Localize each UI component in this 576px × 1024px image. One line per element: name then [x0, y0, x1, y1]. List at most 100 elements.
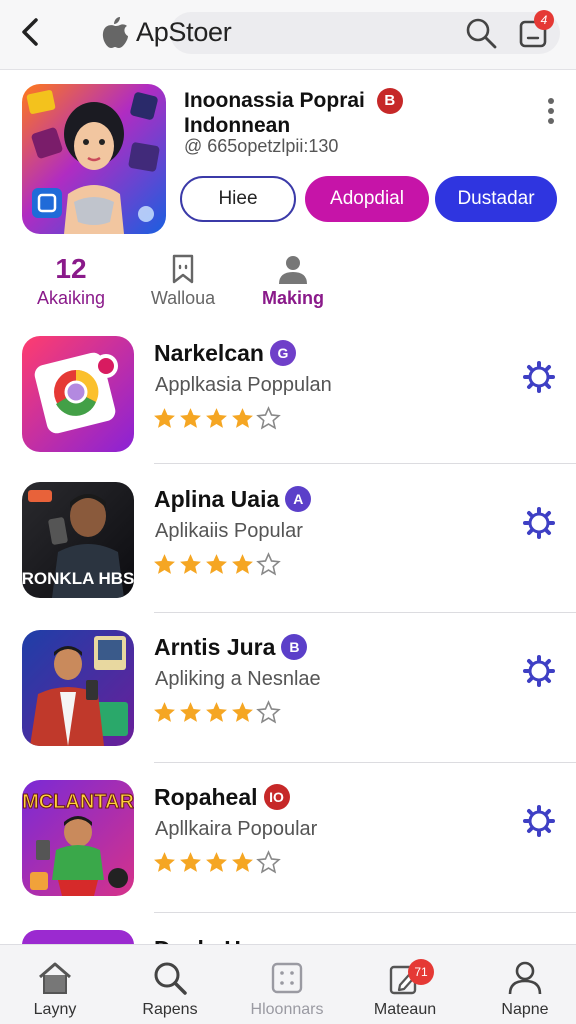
stat-ranking-label: Akaiking	[36, 288, 106, 308]
gear-icon[interactable]	[522, 654, 556, 688]
grid-icon	[271, 962, 303, 994]
star-filled-icon	[154, 702, 175, 722]
star-filled-icon	[180, 408, 201, 428]
star-rating	[152, 406, 281, 432]
app-name: Arntis Jura B	[154, 634, 308, 661]
featured-button-download[interactable]: Dustadar	[435, 176, 557, 222]
app-title: ApStoer	[136, 16, 232, 47]
app-subtitle: Apliking a Nesnlae	[155, 668, 321, 690]
star-rating	[152, 850, 281, 876]
gear-icon[interactable]	[522, 360, 556, 394]
featured-button-primary[interactable]: Hiee	[180, 176, 296, 222]
list-item[interactable]: RONKLA HBS Aplina Uaia A Aplikaiis Popula…	[0, 482, 576, 622]
app-name: Ropaheal IO	[154, 784, 290, 811]
search-icon	[154, 962, 187, 995]
app-icon	[22, 336, 134, 452]
nav-badge: 71	[408, 959, 434, 985]
stat-wallet[interactable]: Walloua	[128, 252, 238, 309]
star-empty-icon	[256, 850, 281, 874]
featured-title-line2: Indonnean	[184, 114, 291, 137]
app-badge: B	[281, 634, 308, 660]
featured-title-line1: Inoonassia Poprai	[184, 89, 365, 112]
featured-app-subtitle: @ 665opetzlpii:130	[184, 136, 339, 156]
star-filled-icon	[206, 852, 227, 872]
star-filled-icon	[206, 408, 227, 428]
star-filled-icon	[232, 554, 253, 574]
bookmark-icon	[172, 254, 194, 284]
nav-item-profile[interactable]: Napne	[470, 959, 576, 1019]
app-icon: RONKLA HBS	[22, 482, 134, 598]
gear-icon[interactable]	[522, 804, 556, 838]
nav-label: Napne	[501, 1001, 549, 1018]
nav-label: Hloonnars	[250, 1001, 324, 1018]
divider	[154, 463, 576, 464]
app-name-text: Ropaheal	[154, 784, 258, 810]
app-art-text: MCLANTAR	[22, 791, 134, 813]
star-filled-icon	[180, 702, 201, 722]
star-rating	[152, 552, 281, 578]
star-empty-icon	[256, 406, 281, 430]
bottom-navigation: Layny Rapens Hloonnars 71 Mateaun Napne	[0, 944, 576, 1024]
nav-item-updates[interactable]: 71 Mateaun	[350, 959, 460, 1019]
stat-making[interactable]: Making	[238, 252, 348, 309]
app-badge: A	[285, 486, 312, 512]
list-item[interactable]: Arntis Jura B Apliking a Nesnlae	[0, 630, 576, 770]
star-filled-icon	[206, 554, 227, 574]
app-icon-image: RONKLA HBS	[22, 482, 134, 598]
list-item[interactable]: MCLANTAR Ropaheal IO Apllkaira Popoular	[0, 780, 576, 920]
app-name: Aplina Uaia A	[154, 486, 312, 513]
person-icon	[508, 961, 542, 995]
notification-badge: 4	[534, 10, 554, 30]
app-badge: IO	[263, 784, 290, 810]
home-icon	[39, 962, 71, 994]
featured-app-artwork[interactable]	[22, 84, 166, 234]
nav-item-search[interactable]: Rapens	[115, 959, 225, 1019]
featured-title-badge: B	[376, 88, 403, 114]
stat-ranking[interactable]: 12 Akaiking	[16, 252, 126, 309]
nav-label: Mateaun	[373, 1001, 437, 1018]
list-item[interactable]: Narkelcan G Applkasia Poppulan	[0, 336, 576, 476]
list-item-partial[interactable]: DuahaHans	[0, 930, 576, 944]
top-bar: ApStoer 4	[0, 0, 576, 70]
app-name: Narkelcan G	[154, 340, 296, 367]
divider	[154, 912, 576, 913]
app-art-text: RONKLA HBS	[22, 569, 134, 588]
app-name-text: Arntis Jura	[154, 634, 276, 660]
apple-logo-icon	[102, 17, 128, 48]
app-subtitle: Applkasia Poppulan	[155, 374, 332, 396]
back-arrow-icon[interactable]	[14, 14, 46, 50]
divider	[154, 762, 576, 763]
star-filled-icon	[154, 408, 175, 428]
app-name-text: DuahaHans	[154, 936, 281, 944]
featured-app-title: Inoonassia Poprai B Indonnean	[184, 88, 524, 137]
app-icon-image	[22, 336, 134, 452]
star-filled-icon	[154, 554, 175, 574]
app-subtitle: Aplikaiis Popular	[155, 520, 303, 542]
nav-item-apps[interactable]: Hloonnars	[232, 959, 342, 1019]
featured-button-adopt[interactable]: Adopdial	[305, 176, 429, 222]
stat-making-label: Making	[261, 288, 324, 308]
app-badge: G	[269, 340, 296, 366]
star-filled-icon	[180, 852, 201, 872]
star-filled-icon	[232, 408, 253, 428]
stat-wallet-label: Walloua	[150, 288, 216, 308]
nav-label: Rapens	[142, 1001, 198, 1018]
app-name-text: Aplina Uaia	[154, 486, 280, 512]
gear-icon[interactable]	[522, 506, 556, 540]
star-filled-icon	[232, 852, 253, 872]
more-options-icon[interactable]	[540, 96, 562, 126]
stat-ranking-value: 12	[55, 253, 87, 284]
featured-artwork-image	[22, 84, 166, 234]
star-filled-icon	[154, 852, 175, 872]
nav-item-home[interactable]: Layny	[0, 959, 110, 1019]
app-name-text: Narkelcan	[154, 340, 264, 366]
star-filled-icon	[180, 554, 201, 574]
app-icon: MCLANTAR	[22, 780, 134, 896]
star-filled-icon	[206, 702, 227, 722]
star-filled-icon	[232, 702, 253, 722]
app-subtitle: Apllkaira Popoular	[155, 818, 318, 840]
divider	[154, 612, 576, 613]
star-rating	[152, 700, 281, 726]
search-icon[interactable]	[464, 16, 498, 50]
app-icon-image: MCLANTAR	[22, 780, 134, 896]
